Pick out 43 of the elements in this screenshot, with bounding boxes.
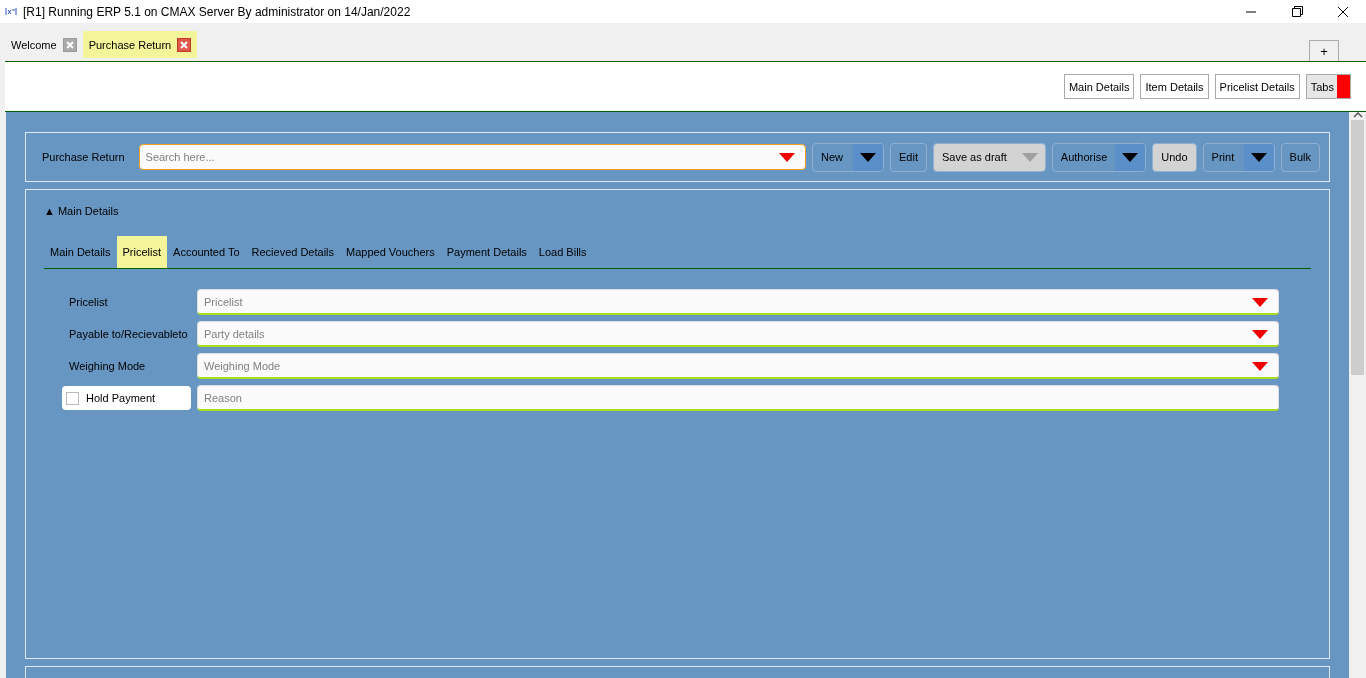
form-label: Purchase Return [42,151,125,163]
new-tab-button[interactable]: + [1309,40,1339,61]
toolbar-button[interactable]: New [812,142,884,172]
dropdown-icon[interactable] [1252,330,1268,339]
section-button[interactable]: Pricelist Details [1214,74,1300,99]
field-label: Weighing Mode [68,359,147,374]
toolbar-button[interactable]: Authorise [1051,142,1147,172]
dropdown-field[interactable]: Pricelist [197,289,1279,315]
toolbar-button[interactable]: Edit [890,142,927,172]
toolbar-button[interactable]: Bulk [1280,142,1320,172]
scroll-up-icon[interactable] [1352,112,1363,118]
caret-icon [1122,152,1139,162]
dropdown-icon[interactable] [779,153,795,162]
dropdown-icon[interactable] [1252,298,1268,307]
dropdown-field[interactable]: Party details [197,321,1279,347]
field-label: Pricelist [68,295,109,310]
document-tab[interactable]: Welcome [5,31,83,58]
tab[interactable]: Main Details [44,236,117,268]
dropdown-field[interactable]: Weighing Mode [197,353,1279,379]
tab[interactable]: Load Bills [532,236,593,268]
caret-icon [1021,152,1038,162]
section-button[interactable]: Main Details [1063,74,1135,99]
document-tab[interactable]: Purchase Return [82,31,198,58]
section-button[interactable]: Item Details [1140,74,1209,99]
app-icon [5,7,17,16]
tab[interactable]: Recieved Details [245,236,341,268]
restore-icon[interactable] [1291,6,1303,17]
field-label: Payable to/Recievableto [68,327,189,342]
tab[interactable]: Pricelist [116,236,168,268]
input-field[interactable]: Reason [197,385,1279,411]
search-field[interactable]: Search here... [138,144,806,170]
section-header[interactable]: ▲ Main Details [44,190,1311,232]
hold-payment-checkbox[interactable]: Hold Payment [62,386,191,410]
tab[interactable]: Accounted To [167,236,246,268]
close-icon[interactable] [1337,5,1349,18]
window-title: [R1] Running ERP 5.1 on CMAX Server By administrator on 14/Jan/2022 [23,4,412,19]
caret-icon [1250,152,1267,162]
dropdown-icon[interactable] [1252,362,1268,371]
tab[interactable]: Mapped Vouchers [340,236,441,268]
toolbar-button[interactable]: Print [1202,142,1275,172]
tab[interactable]: Payment Details [440,236,533,268]
caret-icon [860,152,876,162]
section-button[interactable]: Tabs [1305,74,1351,99]
